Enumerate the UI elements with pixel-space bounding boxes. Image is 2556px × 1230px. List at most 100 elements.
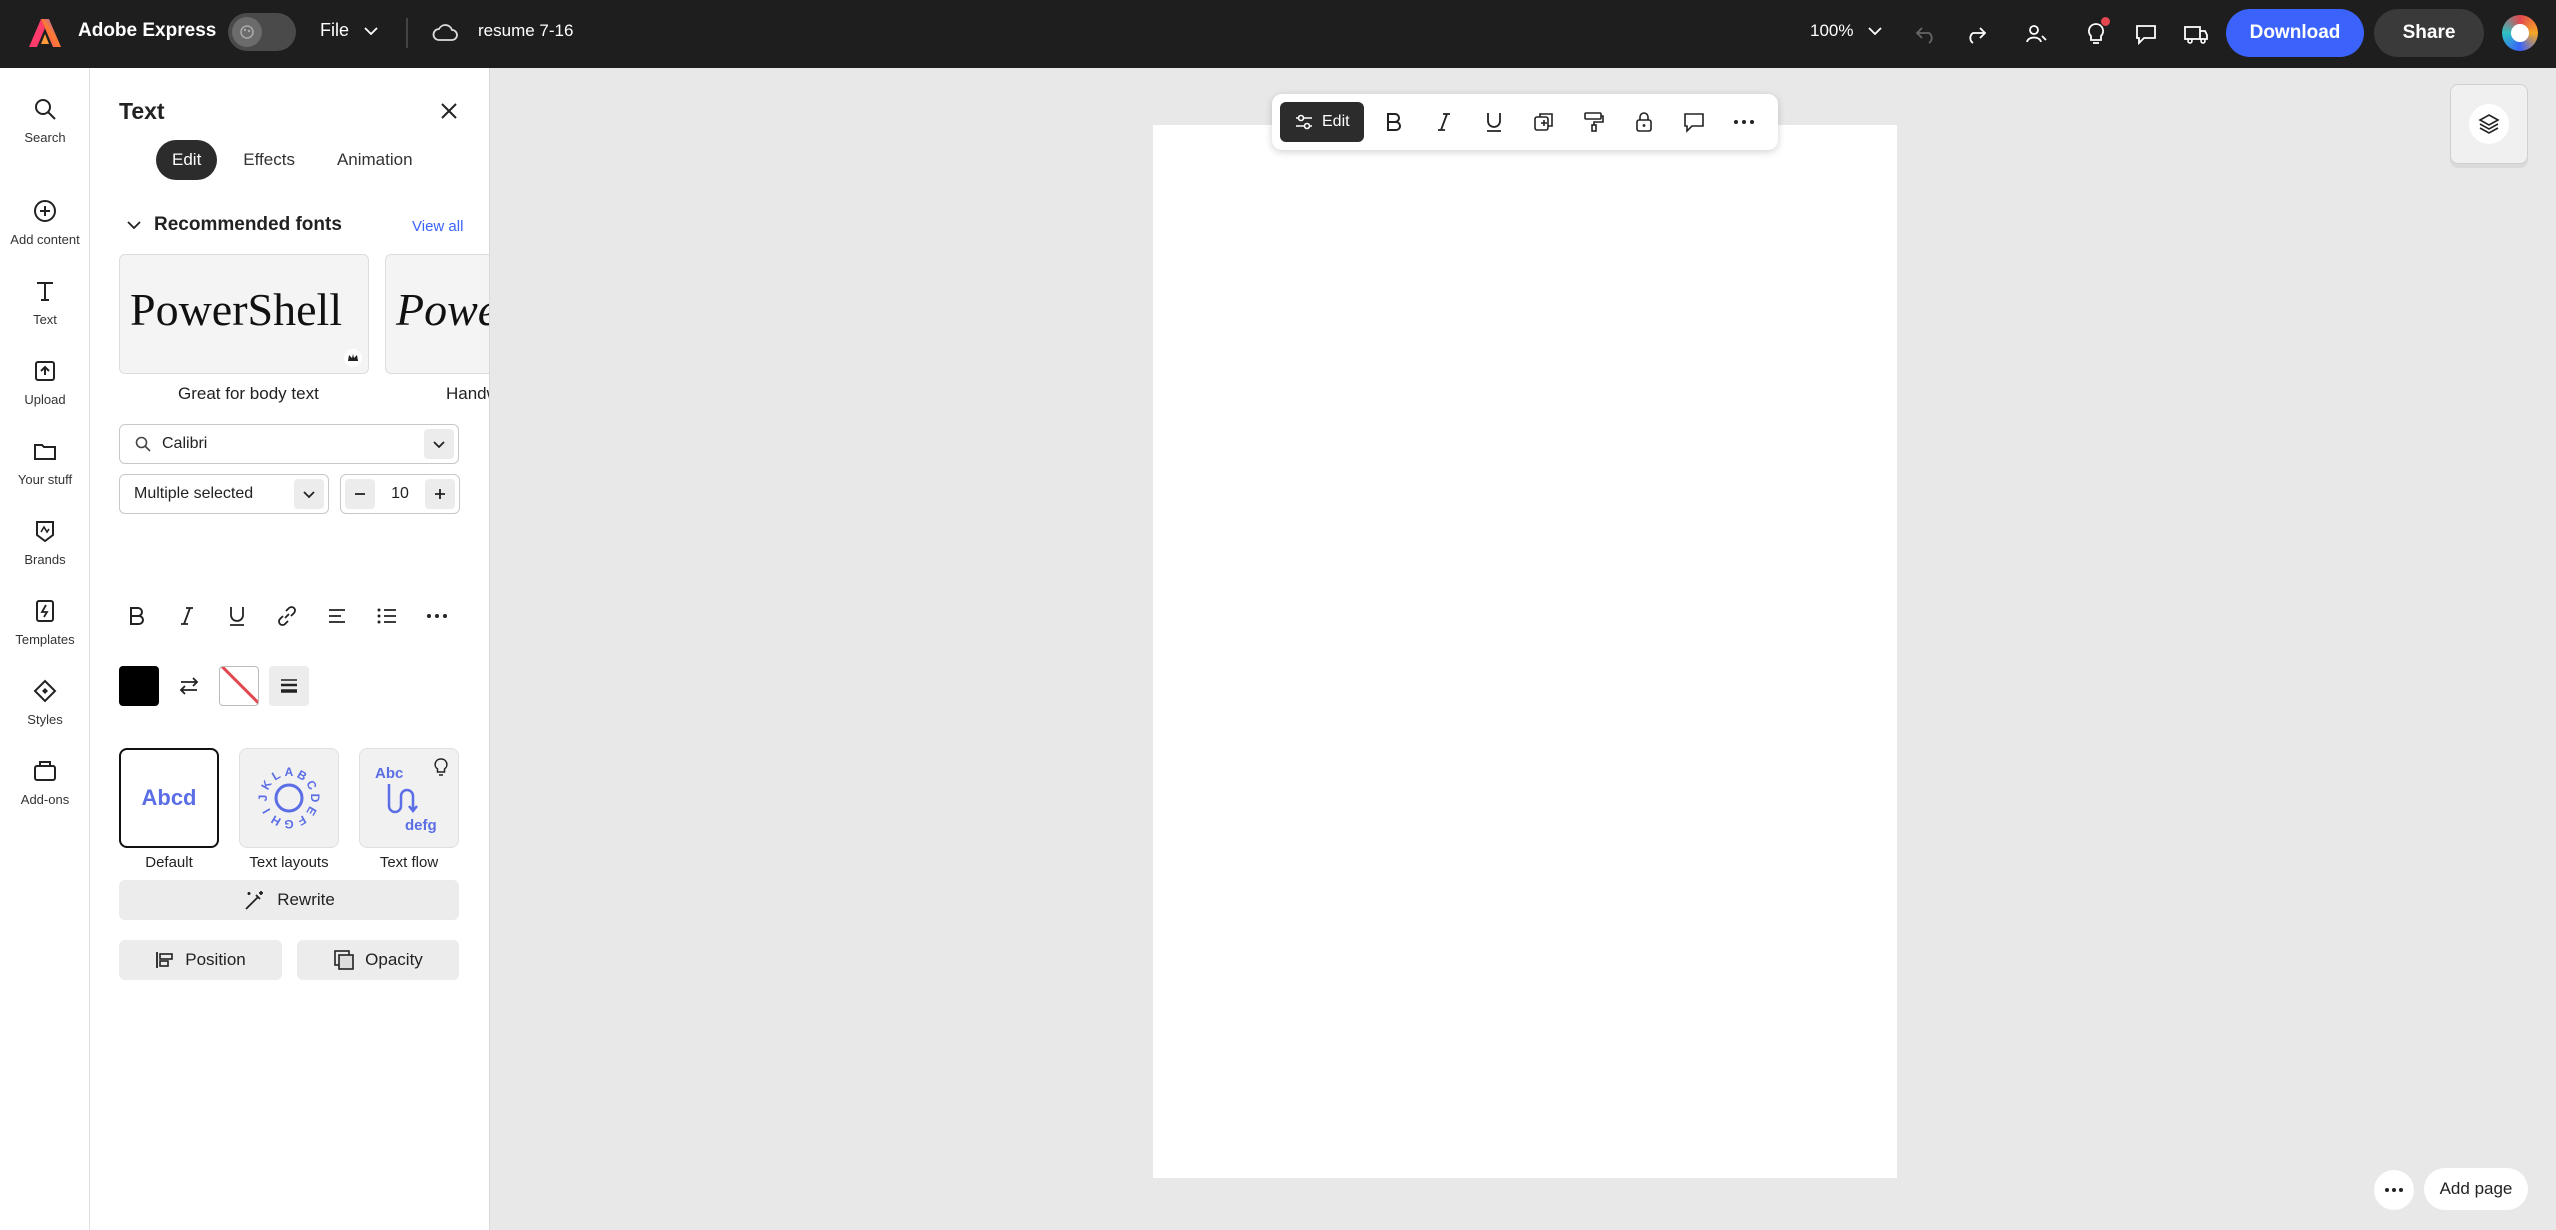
layout-default-card[interactable]: Abcd <box>119 748 219 848</box>
tab-effects[interactable]: Effects <box>227 140 311 180</box>
canvas-page[interactable] <box>1153 125 1897 1178</box>
opacity-icon <box>334 950 354 970</box>
rewrite-button[interactable]: Rewrite <box>119 880 459 920</box>
rewrite-label: Rewrite <box>277 890 335 909</box>
invite-collaborator-icon[interactable] <box>2018 16 2054 52</box>
font-dropdown-button[interactable] <box>424 429 454 459</box>
lock-icon[interactable] <box>1624 102 1664 142</box>
brand-icon <box>36 521 54 543</box>
file-menu[interactable]: File <box>320 20 379 41</box>
bold-icon[interactable] <box>119 596 155 636</box>
more-icon[interactable] <box>419 596 455 636</box>
chevron-down-icon <box>303 490 315 498</box>
rail-item-upload[interactable]: Upload <box>0 352 90 422</box>
search-icon <box>35 99 56 120</box>
list-icon[interactable] <box>369 596 405 636</box>
rail-item-add-content[interactable]: Add content <box>0 192 90 262</box>
chevron-down-icon <box>364 26 378 35</box>
addons-icon <box>34 761 56 781</box>
rail-label: Text <box>33 312 57 327</box>
stroke-weight-icon[interactable] <box>269 666 309 706</box>
notification-dot <box>2100 16 2111 27</box>
style-dropdown-button[interactable] <box>294 479 324 509</box>
font-card-caption: Handwritten <box>446 384 489 403</box>
font-search-field[interactable] <box>119 424 459 464</box>
rail-item-add-ons[interactable]: Add-ons <box>0 752 90 822</box>
underline-icon[interactable] <box>219 596 255 636</box>
circular-letter: G <box>284 817 293 831</box>
download-button[interactable]: Download <box>2226 9 2364 57</box>
rail-item-styles[interactable]: Styles <box>0 672 90 742</box>
undo-icon[interactable] <box>1908 16 1944 52</box>
flow-top-text: Abc <box>375 765 403 782</box>
italic-icon[interactable] <box>1424 102 1464 142</box>
plus-circle-icon <box>34 200 56 222</box>
mode-toggle[interactable] <box>228 13 296 51</box>
cloud-sync-icon[interactable] <box>432 18 462 48</box>
file-menu-label: File <box>320 20 350 40</box>
search-icon <box>135 436 151 452</box>
layout-text-layouts-card[interactable]: ABCDEFGHIJKL <box>239 748 339 848</box>
rail-item-search[interactable]: Search <box>0 90 90 160</box>
position-label: Position <box>185 950 246 969</box>
opacity-button[interactable]: Opacity <box>297 940 459 980</box>
recommended-fonts-toggle[interactable]: Recommended fonts <box>126 214 342 236</box>
redo-icon[interactable] <box>1958 16 1994 52</box>
circular-letter: C <box>303 778 320 793</box>
rail-item-your-stuff[interactable]: Your stuff <box>0 432 90 502</box>
layers-panel-button[interactable] <box>2450 84 2528 164</box>
paint-roller-icon[interactable] <box>1574 102 1614 142</box>
rail-item-brands[interactable]: Brands <box>0 512 90 582</box>
schedule-publish-icon[interactable] <box>2178 16 2214 52</box>
font-sample: PowerShell <box>130 284 343 335</box>
document-title[interactable]: resume 7-16 <box>478 21 573 41</box>
zoom-control[interactable]: 100% <box>1810 21 1883 41</box>
add-page-button[interactable]: Add page <box>2424 1168 2528 1210</box>
rail-item-templates[interactable]: Templates <box>0 592 90 662</box>
layout-text-flow-card[interactable]: Abc defg <box>359 748 459 848</box>
more-icon[interactable] <box>1724 102 1764 142</box>
rail-label: Brands <box>24 552 66 567</box>
adobe-express-logo-icon[interactable] <box>28 16 62 50</box>
background-color-none-swatch[interactable] <box>219 666 259 706</box>
link-icon[interactable] <box>269 596 305 636</box>
font-style-value: Multiple selected <box>134 485 254 502</box>
page-options-button[interactable] <box>2374 1170 2414 1210</box>
rail-label: Add-ons <box>20 792 70 807</box>
position-button[interactable]: Position <box>119 940 282 980</box>
italic-icon[interactable] <box>169 596 205 636</box>
duplicate-icon[interactable] <box>1524 102 1564 142</box>
font-style-select[interactable]: Multiple selected <box>119 474 329 514</box>
opacity-label: Opacity <box>365 950 423 969</box>
top-bar: Adobe Express File resume 7-16 100% Down… <box>0 0 2556 68</box>
lightbulb-icon[interactable] <box>2078 16 2114 52</box>
minus-icon <box>355 493 365 495</box>
view-all-link[interactable]: View all <box>412 218 463 235</box>
close-icon[interactable] <box>434 96 464 126</box>
avatar[interactable] <box>2502 15 2538 51</box>
font-size-value[interactable]: 10 <box>391 485 409 503</box>
edit-button[interactable]: Edit <box>1280 102 1364 142</box>
swap-colors-icon[interactable] <box>169 666 209 706</box>
share-button[interactable]: Share <box>2374 9 2484 57</box>
font-search-input[interactable] <box>162 435 412 453</box>
flow-bottom-text: defg <box>405 817 437 834</box>
tab-edit[interactable]: Edit <box>156 140 218 180</box>
align-left-icon[interactable] <box>319 596 355 636</box>
rail-label: Templates <box>15 632 75 647</box>
font-card[interactable]: PowerShell <box>385 254 489 374</box>
tab-animation[interactable]: Animation <box>321 140 429 180</box>
circular-letter: F <box>295 813 308 829</box>
decrease-size-button[interactable] <box>345 479 375 509</box>
text-color-swatch[interactable] <box>119 666 159 706</box>
underline-icon[interactable] <box>1474 102 1514 142</box>
increase-size-button[interactable] <box>424 479 455 509</box>
font-card[interactable]: PowerShell <box>119 254 369 374</box>
left-rail: Search Add content Text Upload Your stuf… <box>0 68 90 1230</box>
magic-rewrite-icon <box>245 891 264 910</box>
comment-icon[interactable] <box>1674 102 1714 142</box>
rail-item-text[interactable]: Text <box>0 272 90 342</box>
text-format-row <box>119 596 455 636</box>
bold-icon[interactable] <box>1374 102 1414 142</box>
comment-icon[interactable] <box>2128 16 2164 52</box>
